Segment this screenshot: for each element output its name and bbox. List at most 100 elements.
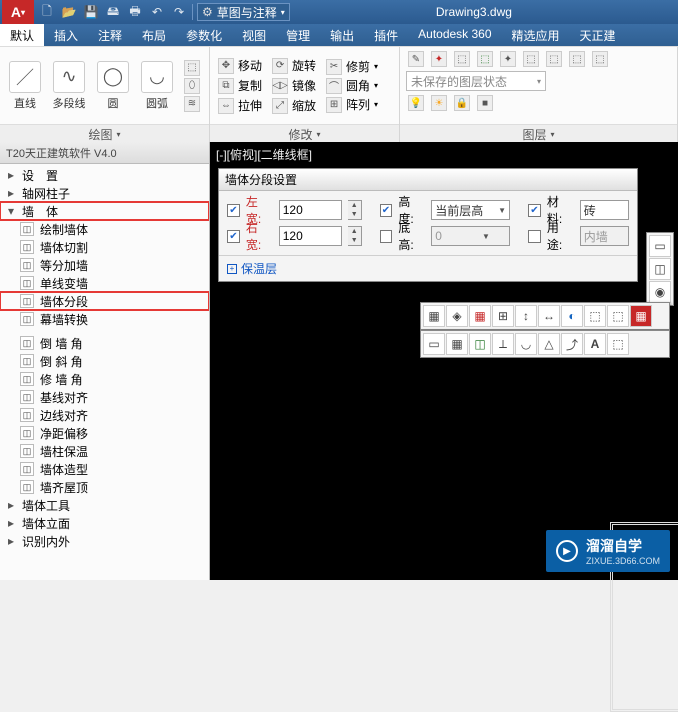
- material-checkbox[interactable]: [528, 204, 541, 217]
- tab-annotate[interactable]: 注释: [88, 24, 132, 46]
- app-menu-button[interactable]: A▾: [2, 0, 34, 24]
- tbtn-b3[interactable]: ◫: [469, 333, 491, 355]
- layer-btn-4[interactable]: ⬚: [475, 51, 495, 67]
- tree-item-8[interactable]: ◫幕墙转换: [0, 310, 209, 328]
- tbtn-a3[interactable]: ▦: [469, 305, 491, 327]
- tree-item-15[interactable]: ◫墙柱保温: [0, 442, 209, 460]
- layer-btn-3[interactable]: ⬚: [452, 51, 472, 67]
- tree-item-9[interactable]: ◫倒 墙 角: [0, 334, 209, 352]
- tree-item-6[interactable]: ◫单线变墙: [0, 274, 209, 292]
- tab-manage[interactable]: 管理: [276, 24, 320, 46]
- qat-save-icon[interactable]: 💾: [82, 3, 100, 21]
- tab-tangent[interactable]: 天正建: [570, 24, 626, 46]
- modify-mirror[interactable]: ◁▷镜像: [270, 77, 318, 95]
- panel-layers-title[interactable]: 图层▾: [400, 124, 677, 142]
- tree-item-14[interactable]: ◫净距偏移: [0, 424, 209, 442]
- layer-toggle-1[interactable]: 💡: [406, 95, 426, 111]
- height-select[interactable]: 当前层高▼: [431, 200, 510, 220]
- tab-a360[interactable]: Autodesk 360: [408, 24, 501, 46]
- tab-default[interactable]: 默认: [0, 24, 44, 46]
- panel-draw-title[interactable]: 绘图▾: [0, 124, 209, 142]
- draw-extra-3[interactable]: ≋: [182, 96, 202, 112]
- material-select[interactable]: 砖: [580, 200, 629, 220]
- modify-array[interactable]: ⊞阵列 ▾: [324, 96, 380, 113]
- tree-item-16[interactable]: ◫墙体造型: [0, 460, 209, 478]
- layer-btn-2[interactable]: ✦: [429, 51, 449, 67]
- tbtn-a9[interactable]: ⬚: [607, 305, 629, 327]
- rightwidth-input[interactable]: 120: [279, 226, 342, 246]
- height-checkbox[interactable]: [380, 204, 393, 217]
- leftwidth-checkbox[interactable]: [227, 204, 240, 217]
- tbtn-b5[interactable]: ◡: [515, 333, 537, 355]
- draw-extra-1[interactable]: ⬚: [182, 60, 202, 76]
- tbtn-a1[interactable]: ▦: [423, 305, 445, 327]
- modify-fillet[interactable]: ⌒圆角 ▾: [324, 77, 380, 94]
- modify-move[interactable]: ✥移动: [216, 57, 264, 75]
- layer-state-combo[interactable]: 未保存的图层状态▾: [406, 71, 546, 91]
- tree-item-1[interactable]: ▸轴网柱子: [0, 184, 209, 202]
- tbtn-b2[interactable]: ▦: [446, 333, 468, 355]
- draw-circle-button[interactable]: ◯圆: [94, 61, 132, 111]
- tbtn-r1[interactable]: ▭: [649, 235, 671, 257]
- tab-view[interactable]: 视图: [232, 24, 276, 46]
- layer-toggle-2[interactable]: ☀: [429, 95, 449, 111]
- layer-btn-1[interactable]: ✎: [406, 51, 426, 67]
- insulation-link[interactable]: +保温层: [227, 260, 629, 277]
- drawing-canvas[interactable]: [-][俯视][二维线框] 墙体分段设置 左宽: 120 ▲▼ 高度: 当前层高…: [210, 142, 678, 580]
- layer-btn-9[interactable]: ⬚: [590, 51, 610, 67]
- tree-item-5[interactable]: ◫等分加墙: [0, 256, 209, 274]
- tbtn-a5[interactable]: ↕: [515, 305, 537, 327]
- tree-item-19[interactable]: ▸墙体立面: [0, 514, 209, 532]
- dialog-title[interactable]: 墙体分段设置: [219, 169, 637, 191]
- tbtn-a10[interactable]: ▦: [630, 305, 652, 327]
- tbtn-a2[interactable]: ◈: [446, 305, 468, 327]
- tbtn-b7[interactable]: ⤴: [561, 333, 583, 355]
- rightwidth-spinner[interactable]: ▲▼: [348, 226, 362, 246]
- qat-new-icon[interactable]: 🗋: [38, 3, 56, 21]
- layer-btn-7[interactable]: ⬚: [544, 51, 564, 67]
- tree-item-11[interactable]: ◫修 墙 角: [0, 370, 209, 388]
- tab-output[interactable]: 输出: [320, 24, 364, 46]
- tree-item-0[interactable]: ▸设 置: [0, 166, 209, 184]
- tbtn-b1[interactable]: ▭: [423, 333, 445, 355]
- tab-featured[interactable]: 精选应用: [502, 24, 570, 46]
- draw-extra-2[interactable]: ⬯: [182, 78, 202, 94]
- qat-open-icon[interactable]: 📂: [60, 3, 78, 21]
- bottom-select[interactable]: 0▼: [431, 226, 510, 246]
- modify-rotate[interactable]: ⟳旋转: [270, 57, 318, 75]
- tree-item-3[interactable]: ◫绘制墙体: [0, 220, 209, 238]
- tbtn-b6[interactable]: △: [538, 333, 560, 355]
- tbtn-a8[interactable]: ⬚: [584, 305, 606, 327]
- tree-item-7[interactable]: ◫墙体分段: [0, 292, 209, 310]
- qat-print-icon[interactable]: 🖶: [126, 3, 144, 21]
- rightwidth-checkbox[interactable]: [227, 230, 240, 243]
- tbtn-a4[interactable]: ⊞: [492, 305, 514, 327]
- tree-item-20[interactable]: ▸识别内外: [0, 532, 209, 550]
- qat-saveas-icon[interactable]: 🖴: [104, 3, 122, 21]
- tree-item-12[interactable]: ◫基线对齐: [0, 388, 209, 406]
- tbtn-a6[interactable]: ↔: [538, 305, 560, 327]
- tree-item-4[interactable]: ◫墙体切割: [0, 238, 209, 256]
- workspace-combo[interactable]: ⚙ 草图与注释 ▾: [197, 3, 290, 21]
- view-label[interactable]: [-][俯视][二维线框]: [216, 146, 312, 163]
- qat-redo-icon[interactable]: ↷: [170, 3, 188, 21]
- qat-undo-icon[interactable]: ↶: [148, 3, 166, 21]
- tab-parametric[interactable]: 参数化: [176, 24, 232, 46]
- tbtn-b8[interactable]: A: [584, 333, 606, 355]
- layer-btn-5[interactable]: ✦: [498, 51, 518, 67]
- tree-item-17[interactable]: ◫墙齐屋顶: [0, 478, 209, 496]
- tbtn-b9[interactable]: ⬚: [607, 333, 629, 355]
- tab-plugins[interactable]: 插件: [364, 24, 408, 46]
- layer-btn-6[interactable]: ⬚: [521, 51, 541, 67]
- leftwidth-input[interactable]: 120: [279, 200, 342, 220]
- tbtn-a7[interactable]: ◐: [561, 305, 583, 327]
- usage-select[interactable]: 内墙: [580, 226, 629, 246]
- usage-checkbox[interactable]: [528, 230, 541, 243]
- layer-toggle-4[interactable]: ■: [475, 95, 495, 111]
- tab-insert[interactable]: 插入: [44, 24, 88, 46]
- tbtn-r3[interactable]: ◉: [649, 281, 671, 303]
- layer-toggle-3[interactable]: 🔒: [452, 95, 472, 111]
- tbtn-b4[interactable]: ⟂: [492, 333, 514, 355]
- tbtn-r2[interactable]: ◫: [649, 258, 671, 280]
- tree-item-2[interactable]: ▾墙 体: [0, 202, 209, 220]
